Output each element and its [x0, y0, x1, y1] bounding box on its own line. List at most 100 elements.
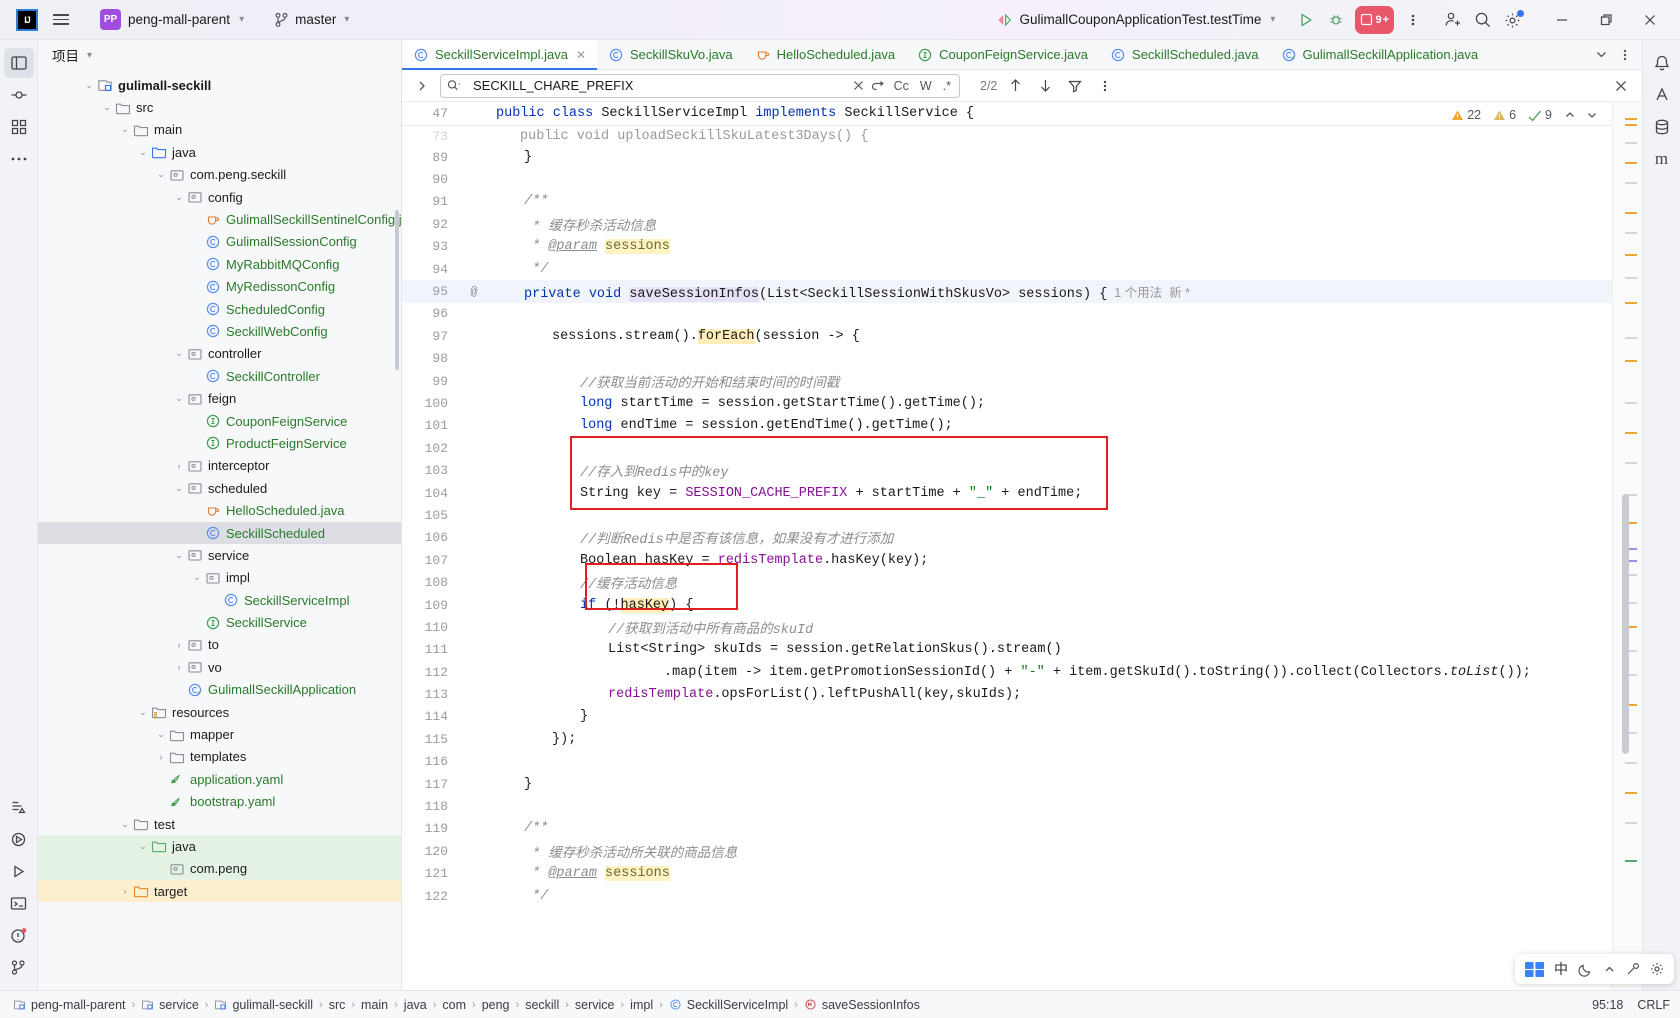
code-line-107[interactable]: 107 Boolean hasKey = redisTemplate.hasKey… — [402, 549, 1612, 571]
collapse-arrow-icon[interactable]: ⌄ — [172, 348, 186, 359]
tree-node-myredissonconfig[interactable]: MyRedissonConfig — [38, 276, 401, 298]
tree-node-to[interactable]: › to — [38, 634, 401, 656]
filter-icon[interactable] — [1063, 74, 1087, 98]
search-dropdown-icon[interactable] — [447, 79, 462, 92]
breadcrumb-item-seckill[interactable]: seckill — [522, 997, 562, 1013]
branch-selector[interactable]: master ▾ — [266, 9, 357, 31]
line-separator[interactable]: CRLF — [1637, 998, 1670, 1012]
problems-icon[interactable] — [4, 920, 34, 950]
collapse-arrow-icon[interactable]: ⌄ — [118, 819, 132, 830]
tree-node-templates[interactable]: › templates — [38, 746, 401, 768]
code-line-99[interactable]: 99 //获取当前活动的开始和结束时间的时间戳 — [402, 370, 1612, 392]
run-button[interactable] — [1291, 6, 1321, 34]
tree-node-gulimallsessionconfig[interactable]: GulimallSessionConfig — [38, 231, 401, 253]
inspection-menu-icon[interactable] — [1586, 109, 1598, 121]
chevron-icon[interactable] — [1603, 963, 1616, 976]
breadcrumb-item-peng[interactable]: peng — [479, 997, 513, 1013]
breadcrumb-item-impl[interactable]: impl — [627, 997, 656, 1013]
collapse-arrow-icon[interactable]: ⌄ — [136, 147, 150, 158]
tools-icon[interactable] — [1626, 962, 1640, 976]
code-line-89[interactable]: 89} — [402, 146, 1612, 168]
tree-node-couponfeignservice[interactable]: CouponFeignService — [38, 410, 401, 432]
ime-language-label[interactable]: 中 — [1554, 959, 1568, 979]
code-line-106[interactable]: 106 //判断Redis中是否有该信息，如果没有才进行添加 — [402, 527, 1612, 549]
code-line-102[interactable]: 102 — [402, 437, 1612, 459]
run-tool-window-icon[interactable] — [4, 856, 34, 886]
tree-node-helloscheduled-java[interactable]: HelloScheduled.java — [38, 499, 401, 521]
more-vertical-icon[interactable] — [1398, 6, 1428, 34]
code-line-105[interactable]: 105 — [402, 504, 1612, 526]
tree-node-gulimallseckillsentinelconfig-jav[interactable]: GulimallSeckillSentinelConfig.jav — [38, 208, 401, 230]
error-stripe-gutter[interactable] — [1612, 102, 1642, 990]
add-account-icon[interactable] — [1438, 6, 1468, 34]
ai-assistant-icon[interactable] — [1647, 80, 1677, 110]
breadcrumb-item-src[interactable]: src — [326, 997, 349, 1013]
commit-tool-window-icon[interactable] — [4, 80, 34, 110]
code-line-98[interactable]: 98 — [402, 348, 1612, 370]
project-tree-scrollbar[interactable] — [395, 210, 399, 370]
breadcrumb-item-gulimall-seckill[interactable]: gulimall-seckill — [211, 997, 316, 1013]
code-line-104[interactable]: 104 String key = SESSION_CACHE_PREFIX + s… — [402, 482, 1612, 504]
tree-node-service[interactable]: ⌄ service — [38, 544, 401, 566]
tree-node-com-peng[interactable]: com.peng — [38, 857, 401, 881]
code-line-119[interactable]: 119 /** — [402, 818, 1612, 840]
clear-icon[interactable] — [853, 80, 864, 91]
editor-tab-gulimallseckillapplication-java[interactable]: GulimallSeckillApplication.java — [1270, 40, 1490, 69]
collapse-arrow-icon[interactable]: ⌄ — [118, 124, 132, 135]
tree-node-main[interactable]: ⌄ main — [38, 119, 401, 141]
words-toggle[interactable]: W — [918, 79, 934, 93]
structure-tool-window-icon[interactable] — [4, 112, 34, 142]
editor-scrollbar-thumb[interactable] — [1622, 494, 1629, 754]
maximize-icon[interactable] — [1584, 3, 1628, 37]
search-input[interactable]: SECKILL_CHARE_PREFIX Cc W .* — [440, 73, 960, 98]
debug-button[interactable] — [1321, 6, 1351, 34]
moon-icon[interactable] — [1578, 962, 1593, 977]
tree-node-seckillservice[interactable]: SeckillService — [38, 611, 401, 633]
tree-node-myrabbitmqconfig[interactable]: MyRabbitMQConfig — [38, 253, 401, 275]
editor-tab-helloscheduled-java[interactable]: HelloScheduled.java — [744, 40, 907, 69]
code-line-122[interactable]: 122 */ — [402, 885, 1612, 907]
code-line-100[interactable]: 100 long startTime = session.getStartTime… — [402, 392, 1612, 414]
collapse-arrow-icon[interactable]: ⌄ — [172, 192, 186, 203]
tree-node-scheduled[interactable]: ⌄ scheduled — [38, 477, 401, 499]
code-line-103[interactable]: 103 //存入到Redis中的key — [402, 459, 1612, 481]
match-case-toggle[interactable]: Cc — [892, 79, 911, 93]
project-selector[interactable]: PP peng-mall-parent ▾ — [92, 6, 252, 33]
tree-node-seckillserviceimpl[interactable]: SeckillServiceImpl — [38, 589, 401, 611]
tree-node-seckillscheduled[interactable]: SeckillScheduled — [38, 521, 401, 545]
tree-node-controller[interactable]: ⌄ controller — [38, 343, 401, 365]
breadcrumb-item-service[interactable]: service — [572, 997, 618, 1013]
code-lines[interactable]: 89} 90 91/** 92 * 缓存秒杀活动信息 93 * @param sessi… — [402, 146, 1612, 990]
maven-icon[interactable]: m — [1647, 144, 1677, 174]
inspection-collapse-icon[interactable] — [1564, 109, 1576, 121]
breadcrumb-item-peng-mall-parent[interactable]: peng-mall-parent — [10, 997, 129, 1013]
code-line-109[interactable]: 109 if (!hasKey) { — [402, 594, 1612, 616]
arrow-down-icon[interactable] — [1033, 74, 1057, 98]
breadcrumb-item-seckillserviceimpl[interactable]: SeckillServiceImpl — [666, 997, 791, 1013]
code-line-93[interactable]: 93 * @param sessions — [402, 236, 1612, 258]
minimize-icon[interactable] — [1540, 3, 1584, 37]
settings-icon[interactable] — [1650, 962, 1664, 976]
tree-node-productfeignservice[interactable]: ProductFeignService — [38, 432, 401, 454]
chevron-right-icon[interactable] — [410, 74, 434, 98]
code-line-115[interactable]: 115}); — [402, 728, 1612, 750]
tree-node-java[interactable]: ⌄ java — [38, 141, 401, 163]
tree-node-gulimallseckillapplication[interactable]: GulimallSeckillApplication — [38, 679, 401, 701]
caret-position[interactable]: 95:18 — [1592, 998, 1623, 1012]
chevron-down-icon[interactable]: ▾ — [87, 50, 92, 61]
code-line-91[interactable]: 91 /** — [402, 191, 1612, 213]
tree-node-feign[interactable]: ⌄ feign — [38, 387, 401, 409]
settings-gear-icon[interactable] — [1498, 6, 1528, 34]
code-line-92[interactable]: 92 * 缓存秒杀活动信息 — [402, 213, 1612, 235]
inspection-widget[interactable]: 22 6 9 — [1447, 106, 1602, 124]
project-tool-window-icon[interactable] — [3, 48, 34, 78]
tree-node-config[interactable]: ⌄ config — [38, 186, 401, 208]
editor-tab-seckillskuvo-java[interactable]: SeckillSkuVo.java — [597, 40, 744, 69]
tree-node-bootstrap-yaml[interactable]: bootstrap.yaml — [38, 791, 401, 813]
tab-list-icon[interactable] — [1590, 44, 1612, 66]
main-menu-icon[interactable] — [48, 7, 74, 33]
tree-node-java[interactable]: ⌄ java — [38, 835, 401, 858]
tree-node-com-peng-seckill[interactable]: ⌄ com.peng.seckill — [38, 164, 401, 186]
bookmarks-icon[interactable] — [4, 792, 34, 822]
expand-arrow-icon[interactable]: › — [118, 886, 132, 896]
